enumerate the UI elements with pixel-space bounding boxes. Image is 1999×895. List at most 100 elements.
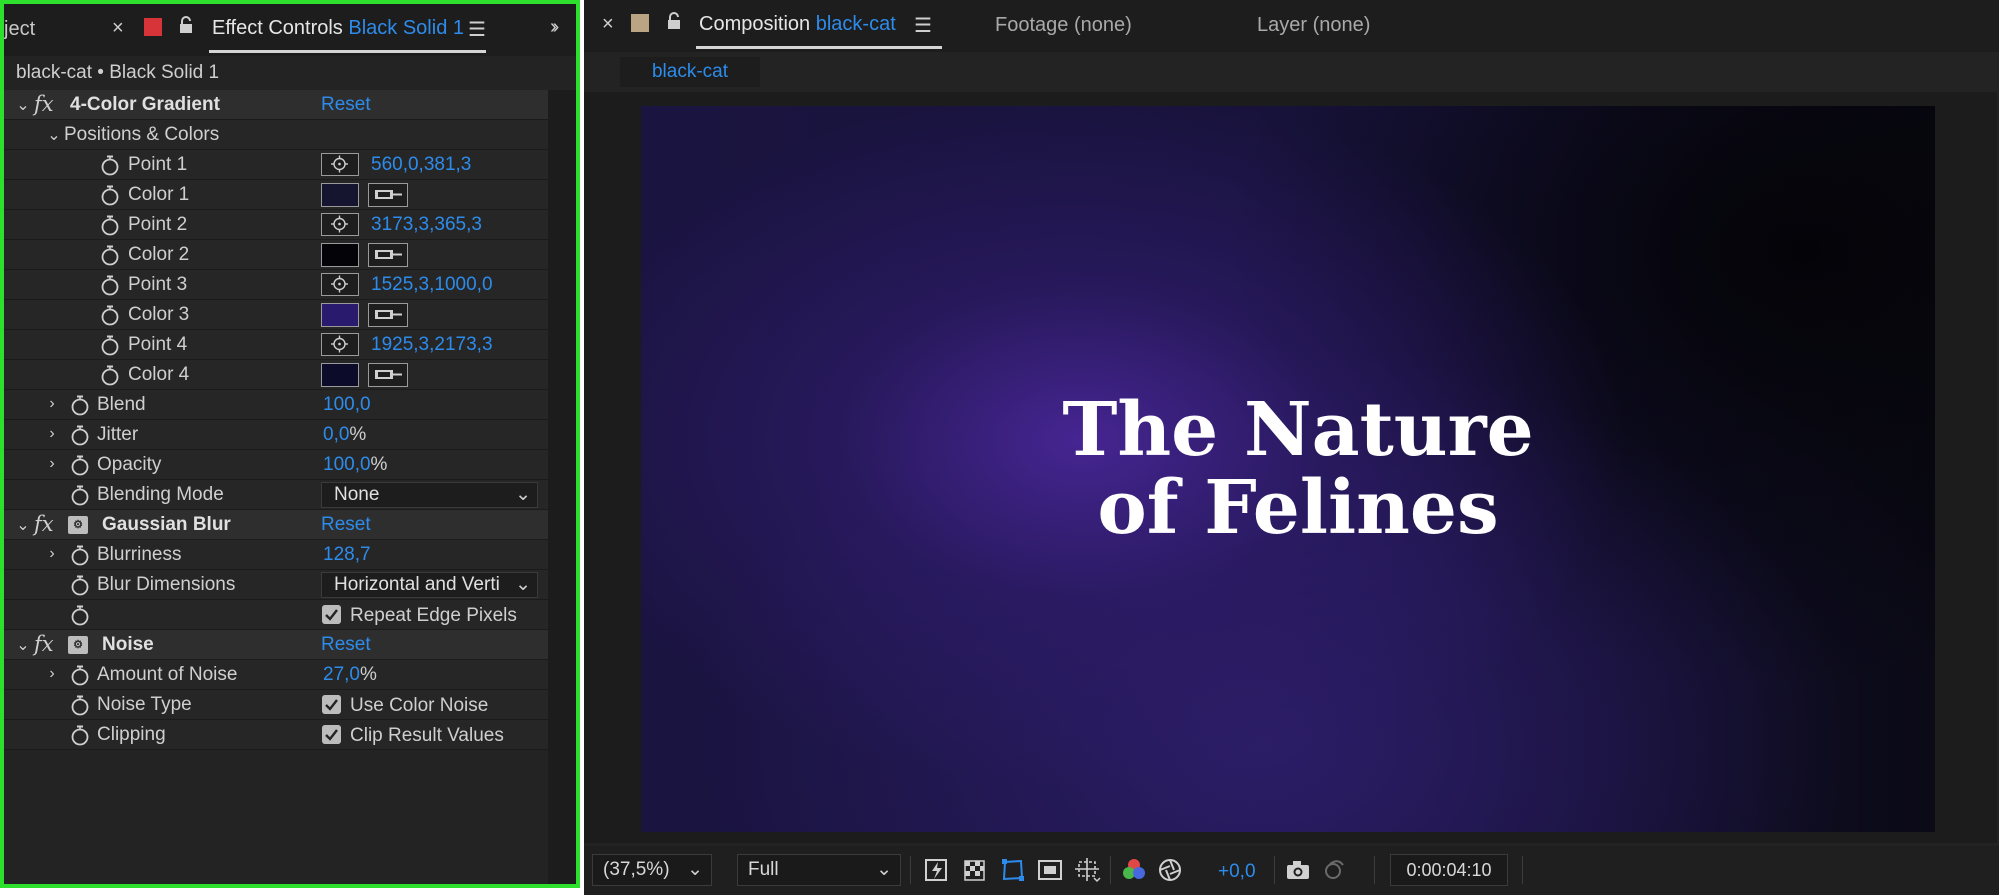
- point-value[interactable]: 1925,3,2173,3: [371, 334, 493, 356]
- chevron-down-icon[interactable]: ⌄: [47, 125, 61, 145]
- group-label: Positions & Colors: [64, 124, 220, 145]
- param-value-group[interactable]: 27,0%: [323, 664, 377, 686]
- stopwatch-icon[interactable]: [100, 364, 120, 386]
- current-time-display[interactable]: 0:00:04:10: [1390, 854, 1508, 886]
- stopwatch-icon[interactable]: [70, 724, 90, 746]
- crosshair-icon: [331, 155, 348, 173]
- eyedropper-button[interactable]: [368, 243, 408, 267]
- stopwatch-icon[interactable]: [100, 244, 120, 266]
- close-icon[interactable]: ×: [602, 13, 614, 36]
- reset-link[interactable]: Reset: [321, 634, 371, 656]
- blending-mode-select[interactable]: None ⌄: [321, 482, 538, 508]
- color-swatch[interactable]: [321, 243, 359, 267]
- eyedropper-button[interactable]: [368, 303, 408, 327]
- lock-icon[interactable]: [666, 12, 682, 30]
- param-label: Color 1: [128, 184, 190, 205]
- crosshair-target-button[interactable]: [321, 333, 359, 356]
- stopwatch-icon[interactable]: [100, 214, 120, 236]
- lock-icon[interactable]: [178, 16, 194, 34]
- stopwatch-icon[interactable]: [70, 664, 90, 686]
- composition-viewer[interactable]: The Nature of Felines: [584, 92, 1997, 843]
- stopwatch-icon[interactable]: [70, 544, 90, 566]
- effect-row-4-color-gradient[interactable]: ⌄ fx 4-Color Gradient Reset: [4, 90, 549, 120]
- effect-row-noise[interactable]: ⌄ fx ⚙ Noise Reset: [4, 630, 549, 660]
- param-value-group[interactable]: 100,0%: [323, 454, 387, 476]
- blur-dimensions-select[interactable]: Horizontal and Verti ⌄: [321, 572, 538, 598]
- crosshair-target-button[interactable]: [321, 273, 359, 296]
- stopwatch-icon[interactable]: [100, 334, 120, 356]
- eyedropper-button[interactable]: [368, 183, 408, 207]
- exposure-value[interactable]: +0,0: [1218, 861, 1256, 883]
- chevron-right-icon[interactable]: ›: [45, 665, 59, 683]
- chevron-right-icon[interactable]: ›: [45, 425, 59, 443]
- point-value[interactable]: 1525,3,1000,0: [371, 274, 493, 296]
- panel-menu-icon[interactable]: ☰: [468, 17, 486, 42]
- color-swatch[interactable]: [321, 303, 359, 327]
- clip-result-checkbox[interactable]: [322, 725, 341, 744]
- crosshair-target-button[interactable]: [321, 153, 359, 176]
- stopwatch-icon[interactable]: [100, 154, 120, 176]
- param-row-point-1: Point 1 560,0,381,3: [4, 150, 549, 180]
- zoom-select[interactable]: (37,5%) ⌄: [592, 854, 712, 886]
- effect-row-gaussian-blur[interactable]: ⌄ fx ⚙ Gaussian Blur Reset: [4, 510, 549, 540]
- fx-icon[interactable]: fx: [34, 512, 54, 536]
- chevron-double-right-icon[interactable]: ››: [550, 16, 560, 39]
- close-icon[interactable]: ×: [112, 17, 124, 40]
- resolution-select[interactable]: Full ⌄: [737, 854, 901, 886]
- stopwatch-icon[interactable]: [70, 424, 90, 446]
- panel-scrollbar[interactable]: [548, 90, 576, 884]
- fast-previews-icon[interactable]: [923, 856, 951, 884]
- chevron-down-icon[interactable]: ⌄: [16, 635, 30, 655]
- stopwatch-icon[interactable]: [70, 484, 90, 506]
- stopwatch-icon[interactable]: [100, 184, 120, 206]
- tab-project[interactable]: ject: [4, 18, 35, 41]
- tab-composition[interactable]: Composition black-cat: [699, 13, 896, 36]
- chevron-down-icon[interactable]: ⌄: [16, 95, 30, 115]
- camera-snapshot-icon[interactable]: [1284, 856, 1312, 884]
- mask-path-icon[interactable]: [999, 856, 1027, 884]
- crosshair-target-button[interactable]: [321, 213, 359, 236]
- param-value: 0,0: [323, 424, 350, 445]
- tab-layer[interactable]: Layer (none): [1257, 14, 1370, 37]
- reset-link[interactable]: Reset: [321, 94, 371, 116]
- composition-breadcrumb-chip[interactable]: black-cat: [620, 57, 760, 87]
- param-value: 27,0: [323, 664, 360, 685]
- param-value[interactable]: 100,0: [323, 394, 371, 416]
- param-value[interactable]: 128,7: [323, 544, 371, 566]
- color-swatch[interactable]: [321, 363, 359, 387]
- param-label: Blend: [97, 394, 146, 415]
- point-value[interactable]: 560,0,381,3: [371, 154, 471, 176]
- stopwatch-icon[interactable]: [100, 304, 120, 326]
- chevron-down-icon[interactable]: ⌄: [16, 515, 30, 535]
- point-value[interactable]: 3173,3,365,3: [371, 214, 482, 236]
- color-swatch[interactable]: [321, 183, 359, 207]
- grid-guides-icon[interactable]: [1074, 856, 1102, 884]
- eyedropper-button[interactable]: [368, 363, 408, 387]
- composition-canvas[interactable]: The Nature of Felines: [641, 106, 1935, 832]
- stopwatch-icon[interactable]: [70, 694, 90, 716]
- tab-effect-controls[interactable]: Effect Controls Black Solid 1: [212, 17, 464, 40]
- stopwatch-icon[interactable]: [100, 274, 120, 296]
- region-of-interest-icon[interactable]: [1036, 856, 1064, 884]
- panel-menu-icon[interactable]: ☰: [914, 13, 932, 38]
- stopwatch-icon[interactable]: [70, 394, 90, 416]
- tab-footage[interactable]: Footage (none): [995, 14, 1132, 37]
- use-color-noise-checkbox[interactable]: [322, 695, 341, 714]
- chevron-right-icon[interactable]: ›: [45, 545, 59, 563]
- stopwatch-icon[interactable]: [70, 604, 90, 626]
- stopwatch-icon[interactable]: [70, 574, 90, 596]
- param-value-group[interactable]: 0,0%: [323, 424, 366, 446]
- exposure-aperture-icon[interactable]: [1156, 856, 1184, 884]
- transparency-grid-icon[interactable]: [961, 856, 989, 884]
- stopwatch-icon[interactable]: [70, 454, 90, 476]
- active-tab-underline: [209, 50, 486, 53]
- repeat-edge-checkbox[interactable]: [322, 605, 341, 624]
- color-channels-icon[interactable]: [1120, 856, 1148, 884]
- reset-link[interactable]: Reset: [321, 514, 371, 536]
- group-row-positions-colors[interactable]: ⌄ Positions & Colors: [4, 120, 549, 150]
- show-snapshot-icon[interactable]: [1320, 856, 1348, 884]
- chevron-right-icon[interactable]: ›: [45, 395, 59, 413]
- fx-icon[interactable]: fx: [34, 632, 54, 656]
- chevron-right-icon[interactable]: ›: [45, 455, 59, 473]
- fx-icon[interactable]: fx: [34, 92, 54, 116]
